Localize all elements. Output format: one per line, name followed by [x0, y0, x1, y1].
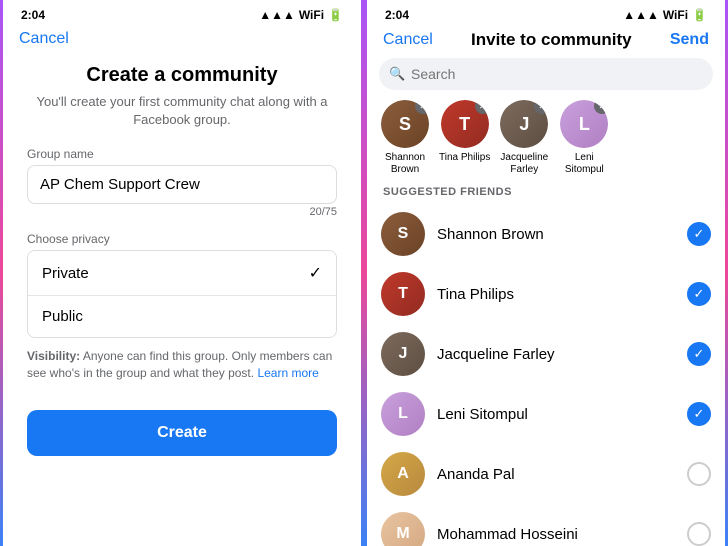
- privacy-private-label: Private: [42, 265, 89, 282]
- friend-list: S Shannon Brown ✓ T Tina Philips ✓ J Jac…: [367, 204, 725, 546]
- friend-name-ananda: Ananda Pal: [437, 466, 675, 483]
- send-button[interactable]: Send: [670, 31, 709, 49]
- selected-shannon: S ✕ Shannon Brown: [379, 100, 431, 176]
- check-tina[interactable]: ✓: [687, 282, 711, 306]
- wifi-icon: WiFi: [299, 8, 324, 22]
- check-jacqueline[interactable]: ✓: [687, 342, 711, 366]
- check-leni[interactable]: ✓: [687, 402, 711, 426]
- friend-row-mohammad[interactable]: M Mohammad Hosseini: [367, 504, 725, 546]
- check-shannon[interactable]: ✓: [687, 222, 711, 246]
- privacy-private[interactable]: Private ✓: [28, 251, 336, 295]
- selected-avatar-tina: T ✕: [441, 100, 489, 148]
- friend-row-tina[interactable]: T Tina Philips ✓: [367, 264, 725, 324]
- selected-avatar-leni: L ✕: [560, 100, 608, 148]
- selected-name-shannon: Shannon Brown: [379, 152, 431, 176]
- cancel-button-left[interactable]: Cancel: [19, 30, 69, 48]
- suggested-friends-label: SUGGESTED FRIENDS: [367, 186, 725, 204]
- check-mohammad[interactable]: [687, 522, 711, 546]
- learn-more-link[interactable]: Learn more: [257, 366, 318, 380]
- nav-bar-left: Cancel: [3, 26, 361, 56]
- selected-avatar-jacqueline: J ✕: [500, 100, 548, 148]
- friend-row-leni[interactable]: L Leni Sitompul ✓: [367, 384, 725, 444]
- private-check: ✓: [309, 263, 322, 283]
- selected-name-jacqueline: Jacqueline Farley: [498, 152, 550, 176]
- selected-avatar-shannon: S ✕: [381, 100, 429, 148]
- create-subtitle: You'll create your first community chat …: [27, 93, 337, 129]
- left-phone: 2:04 ▲▲▲ WiFi 🔋 Cancel Create a communit…: [0, 0, 364, 546]
- friend-avatar-tina: T: [381, 272, 425, 316]
- group-name-label: Group name: [27, 147, 337, 161]
- privacy-label: Choose privacy: [27, 232, 337, 246]
- right-phone: 2:04 ▲▲▲ WiFi 🔋 Cancel Invite to communi…: [364, 0, 728, 546]
- friend-avatar-shannon: S: [381, 212, 425, 256]
- status-icons-right: ▲▲▲ WiFi 🔋: [623, 8, 707, 22]
- cancel-button-right[interactable]: Cancel: [383, 31, 433, 49]
- check-ananda[interactable]: [687, 462, 711, 486]
- battery-icon-right: 🔋: [692, 8, 707, 22]
- group-name-input[interactable]: [27, 165, 337, 204]
- nav-title-right: Invite to community: [471, 30, 632, 50]
- nav-bar-right: Cancel Invite to community Send: [367, 26, 725, 58]
- remove-shannon[interactable]: ✕: [415, 100, 429, 114]
- search-input[interactable]: [379, 58, 713, 90]
- privacy-public[interactable]: Public: [28, 295, 336, 337]
- remove-leni[interactable]: ✕: [594, 100, 608, 114]
- time-left: 2:04: [21, 8, 45, 22]
- selected-friends-row: S ✕ Shannon Brown T ✕ Tina Philips J ✕ J…: [367, 100, 725, 186]
- privacy-options: Private ✓ Public: [27, 250, 337, 338]
- selected-jacqueline: J ✕ Jacqueline Farley: [498, 100, 550, 176]
- remove-tina[interactable]: ✕: [475, 100, 489, 114]
- friend-name-jacqueline: Jacqueline Farley: [437, 346, 675, 363]
- friend-avatar-mohammad: M: [381, 512, 425, 546]
- friend-row-ananda[interactable]: A Ananda Pal: [367, 444, 725, 504]
- selected-name-leni: Leni Sitompul: [558, 152, 610, 176]
- char-count: 20/75: [27, 206, 337, 218]
- friend-name-shannon: Shannon Brown: [437, 226, 675, 243]
- signal-icon: ▲▲▲: [259, 8, 295, 22]
- friend-row-jacqueline[interactable]: J Jacqueline Farley ✓: [367, 324, 725, 384]
- status-icons-left: ▲▲▲ WiFi 🔋: [259, 8, 343, 22]
- time-right: 2:04: [385, 8, 409, 22]
- selected-name-tina: Tina Philips: [439, 152, 490, 164]
- left-content: Create a community You'll create your fi…: [3, 56, 361, 456]
- privacy-public-label: Public: [42, 308, 83, 325]
- friend-row-shannon[interactable]: S Shannon Brown ✓: [367, 204, 725, 264]
- friend-avatar-ananda: A: [381, 452, 425, 496]
- friend-avatar-leni: L: [381, 392, 425, 436]
- friend-name-mohammad: Mohammad Hosseini: [437, 526, 675, 543]
- battery-icon: 🔋: [328, 8, 343, 22]
- status-bar-right: 2:04 ▲▲▲ WiFi 🔋: [367, 0, 725, 26]
- search-bar: 🔍: [379, 58, 713, 90]
- status-bar-left: 2:04 ▲▲▲ WiFi 🔋: [3, 0, 361, 26]
- friend-name-tina: Tina Philips: [437, 286, 675, 303]
- visibility-text: Visibility: Anyone can find this group. …: [27, 348, 337, 382]
- remove-jacqueline[interactable]: ✕: [534, 100, 548, 114]
- signal-icon-right: ▲▲▲: [623, 8, 659, 22]
- search-icon: 🔍: [389, 66, 405, 82]
- create-button[interactable]: Create: [27, 410, 337, 456]
- create-title: Create a community: [27, 64, 337, 87]
- selected-tina: T ✕ Tina Philips: [439, 100, 490, 176]
- friend-name-leni: Leni Sitompul: [437, 406, 675, 423]
- selected-leni: L ✕ Leni Sitompul: [558, 100, 610, 176]
- wifi-icon-right: WiFi: [663, 8, 688, 22]
- friend-avatar-jacqueline: J: [381, 332, 425, 376]
